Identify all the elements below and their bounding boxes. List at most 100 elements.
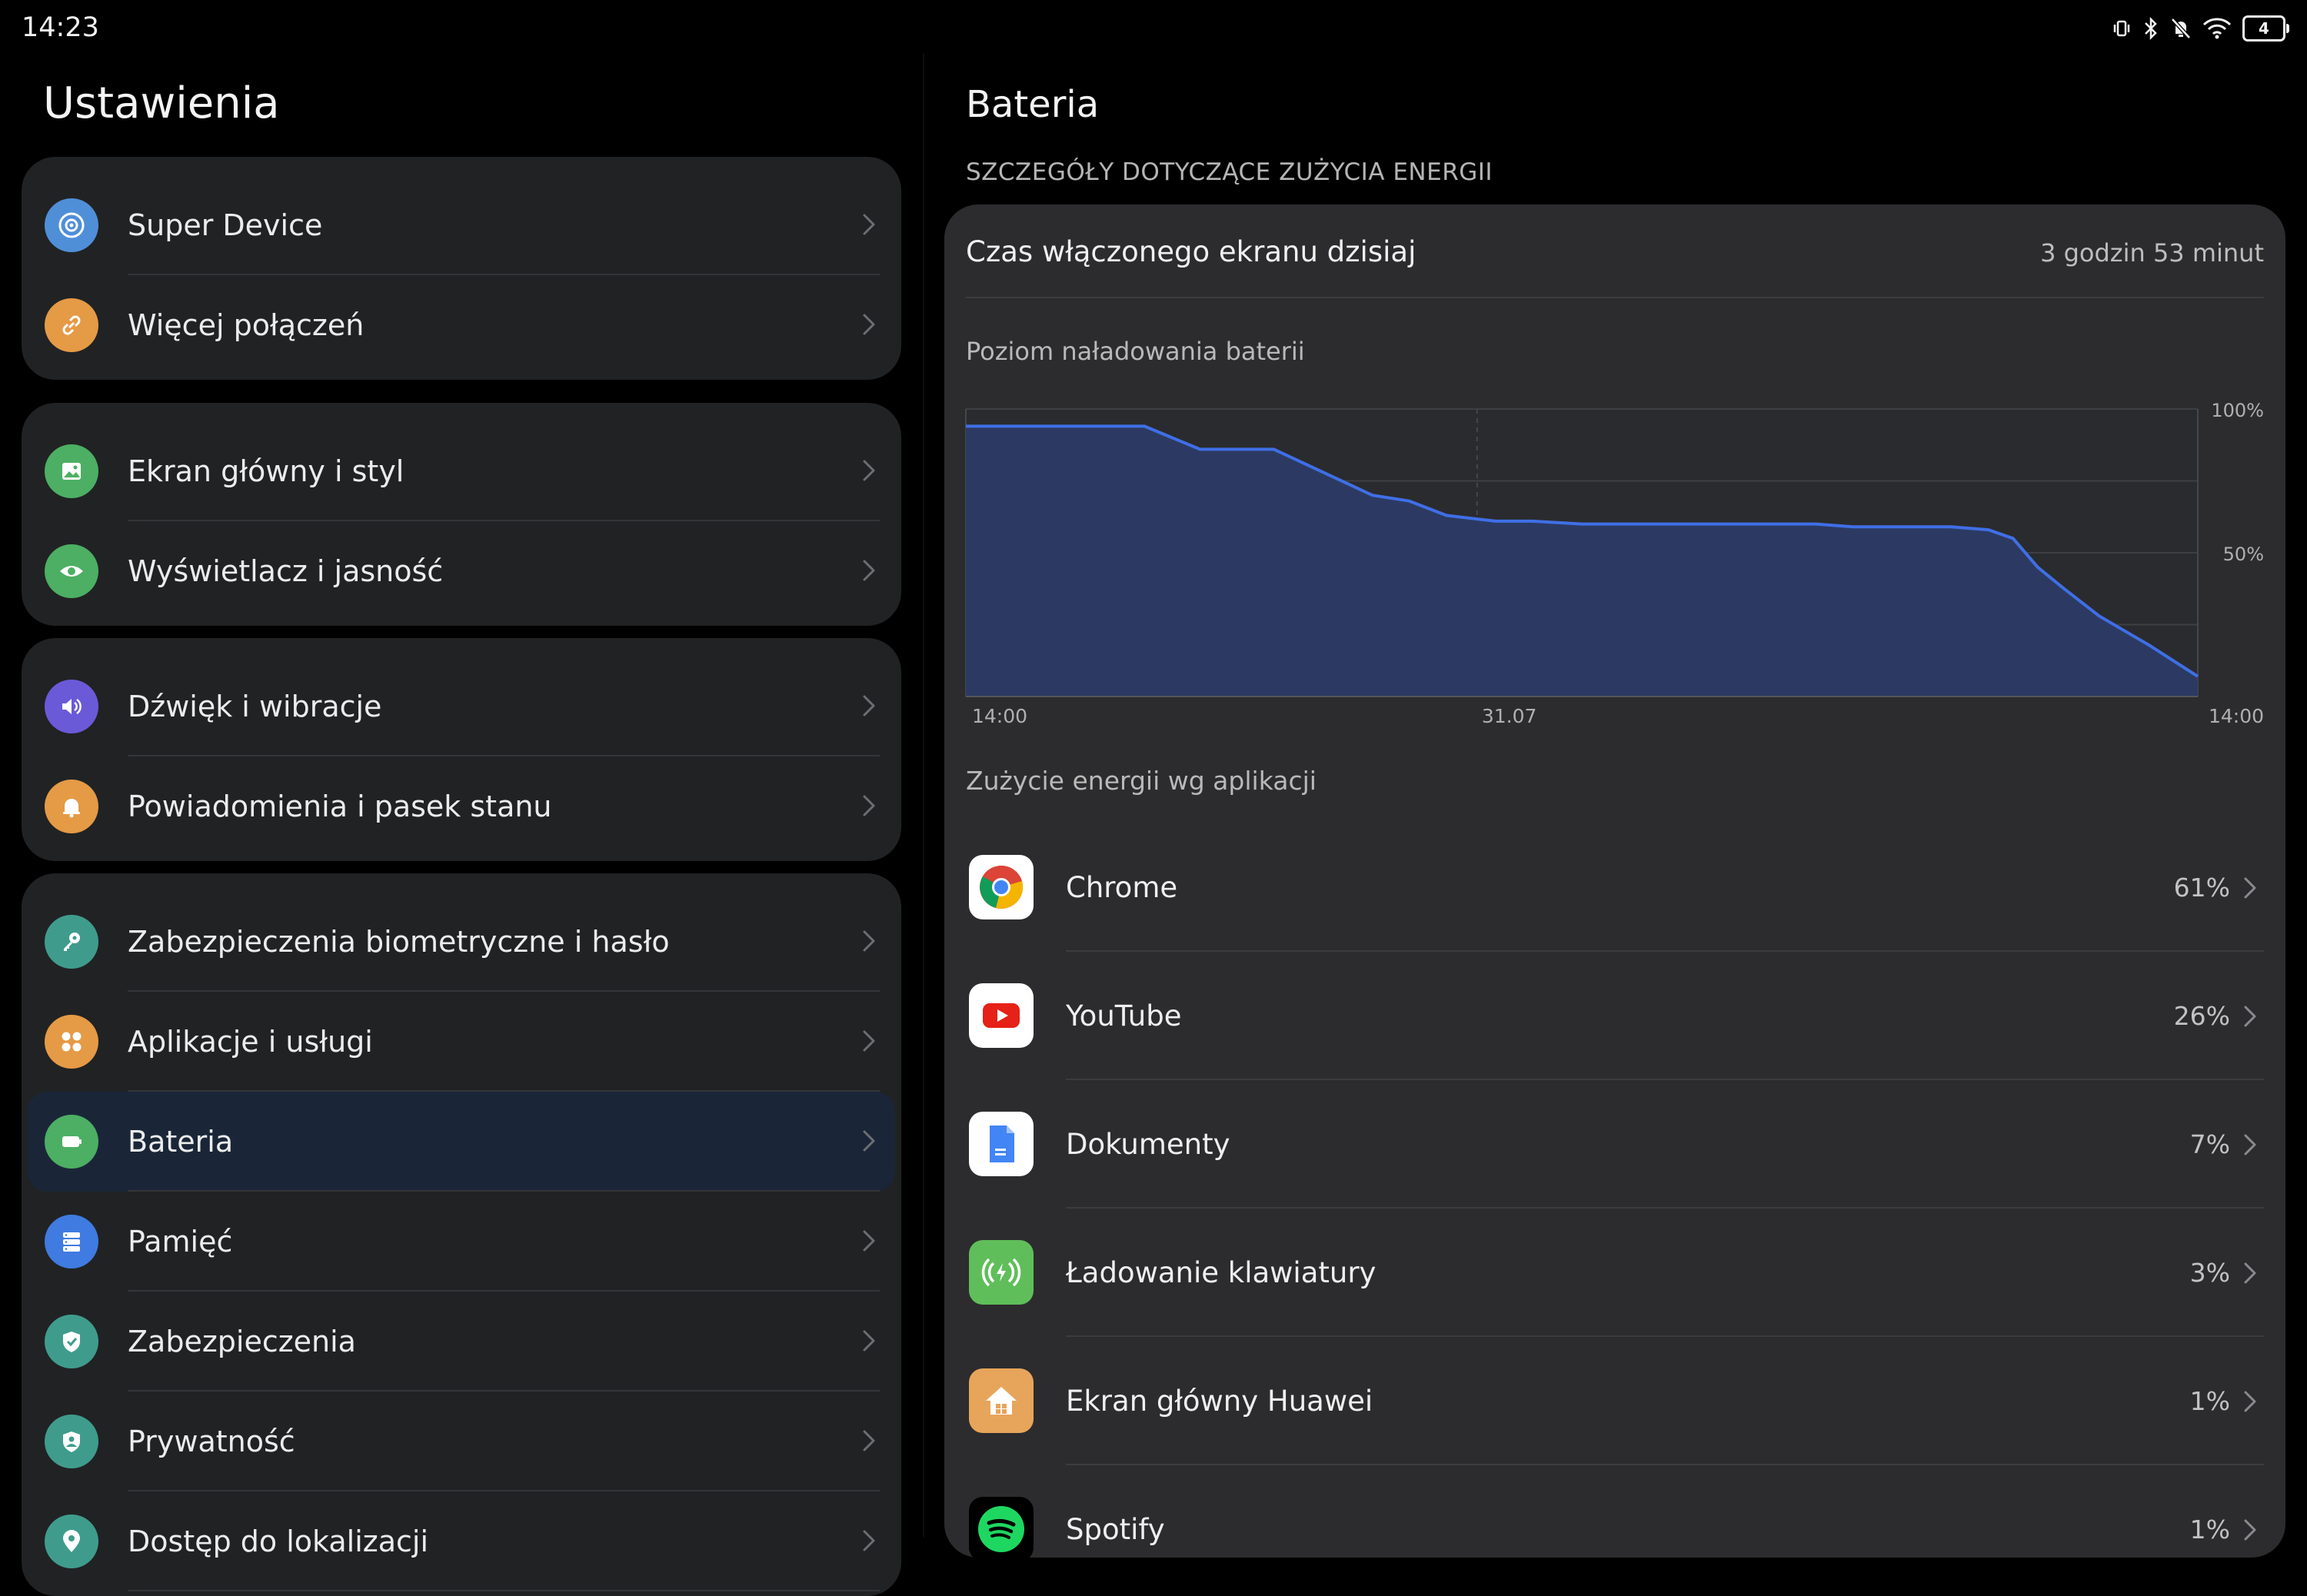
chevron-right-icon — [2236, 1388, 2264, 1415]
settings-item-speaker[interactable]: Dźwięk i wibracje — [22, 657, 901, 756]
settings-item-link[interactable]: Więcej połączeń — [22, 275, 901, 375]
chevron-right-icon — [2236, 874, 2264, 902]
app-usage-percent: 1% — [2189, 1386, 2230, 1416]
settings-item-shield[interactable]: Zabezpieczenia — [22, 1292, 901, 1392]
image-icon — [45, 444, 98, 498]
key-icon — [45, 915, 98, 969]
app-name: Chrome — [1066, 871, 1178, 904]
shield-icon — [45, 1315, 98, 1368]
battery-status-icon: 4 — [2242, 15, 2289, 42]
settings-item-privacy[interactable]: Prywatność — [22, 1392, 901, 1491]
link-icon — [45, 298, 98, 352]
settings-item-label: Pamięć — [128, 1225, 233, 1259]
settings-item-location[interactable]: Dostęp do lokalizacji — [22, 1491, 901, 1591]
storage-icon — [45, 1215, 98, 1268]
chevron-right-icon — [855, 692, 883, 720]
speaker-icon — [45, 680, 98, 733]
settings-item-label: Więcej połączeń — [128, 308, 365, 342]
bluetooth-icon — [2142, 17, 2159, 40]
app-name: Dokumenty — [1066, 1128, 1230, 1161]
app-name: Ładowanie klawiatury — [1066, 1256, 1377, 1289]
settings-group: Zabezpieczenia biometryczne i hasło Aplik… — [22, 873, 901, 1596]
settings-item-label: Bateria — [128, 1125, 234, 1159]
chevron-right-icon — [855, 457, 883, 484]
chevron-right-icon — [2236, 1002, 2264, 1030]
chart-x-tick-label: 14:00 — [2209, 705, 2264, 727]
settings-item-label: Prywatność — [128, 1425, 295, 1458]
settings-item-label: Wyświetlacz i jasność — [128, 554, 444, 588]
divider — [1066, 1079, 2264, 1080]
apps-icon — [45, 1015, 98, 1069]
app-usage-row[interactable]: Spotify 1% — [944, 1466, 2285, 1558]
eye-icon — [45, 544, 98, 598]
chevron-right-icon — [855, 792, 883, 820]
battery-details-card: Czas włączonego ekranu dzisiaj 3 godzin … — [944, 204, 2285, 1558]
settings-item-apps[interactable]: Aplikacje i usługi — [22, 992, 901, 1092]
divider — [1066, 1464, 2264, 1465]
keyboard-charging-icon — [969, 1240, 1034, 1305]
settings-item-eye[interactable]: Wyświetlacz i jasność — [22, 521, 901, 621]
app-usage-percent: 26% — [2173, 1001, 2230, 1031]
settings-item-label: Dostęp do lokalizacji — [128, 1525, 429, 1558]
status-time: 14:23 — [22, 12, 99, 43]
chart-x-tick-label: 31.07 — [1482, 705, 1537, 727]
chevron-right-icon — [855, 211, 883, 238]
app-usage-percent: 7% — [2189, 1129, 2230, 1159]
divider — [1066, 1207, 2264, 1209]
settings-item-super-device[interactable]: Super Device — [22, 175, 901, 275]
bell-icon — [45, 780, 98, 833]
mute-bell-icon — [2170, 17, 2192, 40]
chevron-right-icon — [855, 311, 883, 338]
location-icon — [45, 1515, 98, 1568]
settings-item-label: Super Device — [128, 208, 323, 242]
divider — [1066, 1335, 2264, 1337]
settings-group: Ekran główny i styl Wyświetlacz i jasność — [22, 403, 901, 626]
app-usage-row[interactable]: Dokumenty 7% — [944, 1081, 2285, 1209]
app-usage-row[interactable]: Chrome 61% — [944, 824, 2285, 952]
app-usage-percent: 3% — [2189, 1258, 2230, 1288]
app-usage-label: Zużycie energii wg aplikacji — [966, 766, 1317, 796]
settings-item-key[interactable]: Zabezpieczenia biometryczne i hasło — [22, 892, 901, 992]
app-usage-row[interactable]: Ładowanie klawiatury 3% — [944, 1209, 2285, 1337]
settings-item-label: Powiadomienia i pasek stanu — [128, 790, 552, 823]
battery-level-label: Poziom naładowania baterii — [966, 337, 1305, 366]
divider — [128, 1590, 880, 1591]
settings-item-storage[interactable]: Pamięć — [22, 1192, 901, 1292]
wifi-icon — [2202, 17, 2232, 40]
section-subtitle: SZCZEGÓŁY DOTYCZĄCE ZUŻYCIA ENERGII — [966, 158, 1493, 186]
chevron-right-icon — [855, 927, 883, 955]
settings-group: Super Device Więcej połączeń — [22, 157, 901, 380]
vibrate-icon — [2112, 18, 2132, 38]
home-icon — [969, 1368, 1034, 1433]
chrome-icon — [969, 855, 1034, 919]
app-name: Spotify — [1066, 1513, 1165, 1546]
chart-y-tick-label: 100% — [2211, 400, 2264, 421]
chevron-right-icon — [855, 1127, 883, 1155]
chevron-right-icon — [855, 1227, 883, 1255]
settings-item-label: Zabezpieczenia biometryczne i hasło — [128, 925, 670, 959]
chevron-right-icon — [2236, 1259, 2264, 1287]
settings-item-label: Aplikacje i usługi — [128, 1025, 373, 1059]
app-usage-percent: 1% — [2189, 1515, 2230, 1544]
chevron-right-icon — [855, 1027, 883, 1055]
settings-item-label: Dźwięk i wibracje — [128, 690, 382, 723]
app-usage-row[interactable]: YouTube 26% — [944, 953, 2285, 1080]
chevron-right-icon — [2236, 1516, 2264, 1544]
super-device-icon — [45, 198, 98, 252]
chevron-right-icon — [2236, 1131, 2264, 1159]
settings-item-image[interactable]: Ekran główny i styl — [22, 421, 901, 521]
settings-item-label: Zabezpieczenia — [128, 1325, 356, 1358]
app-usage-row[interactable]: Ekran główny Huawei 1% — [944, 1338, 2285, 1465]
settings-item-label: Ekran główny i styl — [128, 454, 404, 488]
battery-icon — [45, 1115, 98, 1169]
settings-item-battery[interactable]: Bateria — [22, 1092, 901, 1192]
status-icons: 4 — [2112, 12, 2289, 45]
docs-icon — [969, 1112, 1034, 1176]
spotify-icon — [969, 1497, 1034, 1558]
chevron-right-icon — [855, 1327, 883, 1355]
settings-item-bell[interactable]: Powiadomienia i pasek stanu — [22, 756, 901, 856]
battery-page-title: Bateria — [966, 83, 1100, 126]
chevron-right-icon — [855, 1527, 883, 1554]
settings-title: Ustawienia — [43, 78, 280, 128]
screen-time-value: 3 godzin 53 minut — [2040, 238, 2264, 268]
